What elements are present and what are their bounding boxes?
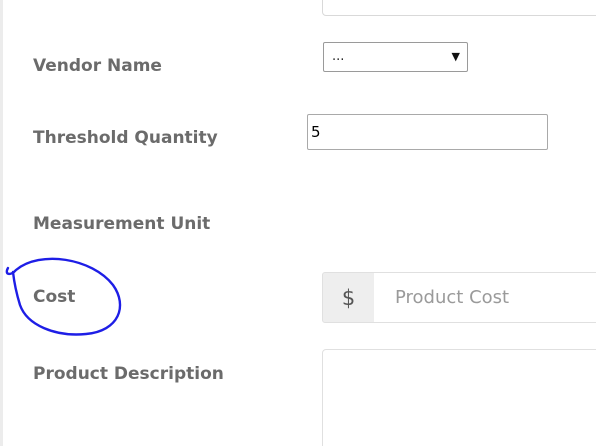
measurement-unit-label: Measurement Unit (33, 214, 211, 234)
previous-field-input[interactable] (322, 0, 596, 16)
left-border (0, 0, 3, 446)
threshold-quantity-label: Threshold Quantity (33, 128, 218, 148)
cost-label: Cost (33, 287, 76, 307)
vendor-name-label: Vendor Name (33, 56, 162, 76)
threshold-quantity-input[interactable] (307, 114, 548, 150)
vendor-name-select[interactable]: ... ▼ (323, 42, 468, 72)
form-screen: Vendor Name ... ▼ Threshold Quantity Mea… (0, 0, 596, 446)
vendor-name-selected-value: ... (332, 49, 345, 64)
product-cost-input[interactable] (374, 272, 596, 323)
dropdown-arrow-icon: ▼ (451, 50, 460, 63)
product-description-label: Product Description (33, 364, 224, 384)
product-description-textarea[interactable] (322, 349, 596, 446)
dollar-sign-icon: $ (322, 272, 375, 323)
